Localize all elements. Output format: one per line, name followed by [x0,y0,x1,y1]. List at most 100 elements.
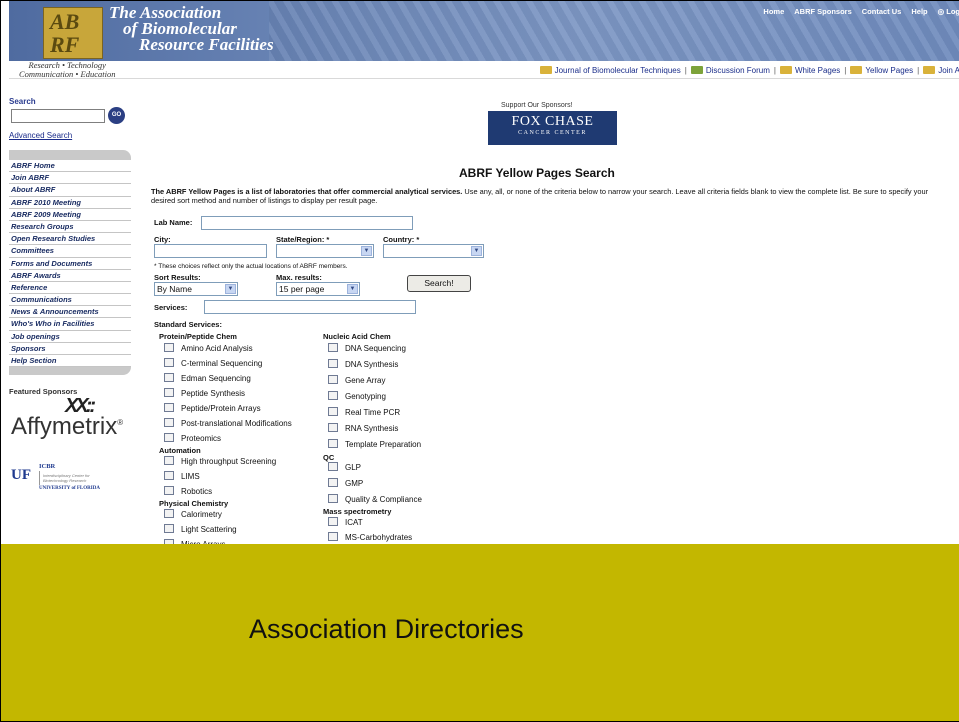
checkbox[interactable] [164,509,174,518]
service-label: High throughput Screening [181,457,277,466]
registered-mark: ® [117,418,124,427]
book-icon [779,66,792,74]
checkbox[interactable] [328,478,338,487]
service-checkbox[interactable]: RNA Synthesis [328,423,398,435]
sidebar-item-join[interactable]: Join ABRF [9,172,131,185]
sidebar-item-reference[interactable]: Reference [9,282,131,295]
service-checkbox[interactable]: Genotyping [328,391,386,403]
service-checkbox[interactable]: MS-Carbohydrates [328,532,412,544]
checkbox[interactable] [328,423,338,432]
service-checkbox[interactable]: GLP [328,462,361,474]
checkbox[interactable] [328,532,338,541]
service-checkbox[interactable]: Light Scattering [164,524,237,536]
checkbox[interactable] [164,343,174,352]
checkbox[interactable] [328,375,338,384]
sidebar-item-sponsors[interactable]: Sponsors [9,343,131,355]
service-checkbox[interactable]: Amino Acid Analysis [164,343,253,355]
sidebar-item-news[interactable]: News & Announcements [9,306,131,319]
checkbox[interactable] [328,391,338,400]
service-checkbox[interactable]: Peptide/Protein Arrays [164,403,261,415]
affymetrix-logo[interactable]: XX:: Affymetrix® [11,395,141,445]
sidebar-item-jobs[interactable]: Job openings [9,331,131,343]
checkbox[interactable] [164,456,174,465]
service-checkbox[interactable]: DNA Synthesis [328,359,398,371]
service-checkbox[interactable]: DNA Sequencing [328,343,406,355]
top-link-home[interactable]: Home [763,7,784,16]
checkbox[interactable] [164,403,174,412]
quick-link-yellow-pages[interactable]: Yellow Pages [850,66,913,75]
checkbox[interactable] [164,373,174,382]
foxchase-banner[interactable]: FOX CHASE CANCER CENTER [488,111,617,145]
service-checkbox[interactable]: GMP [328,478,363,490]
uf-icbr-logo[interactable]: UF ICBR Interdisciplinary Center for Bio… [11,463,131,493]
group-heading: QC [323,453,335,462]
state-select[interactable]: ▼ [276,244,374,258]
checkbox[interactable] [328,439,338,448]
lab-name-input[interactable] [201,216,413,230]
top-link-sponsors[interactable]: ABRF Sponsors [794,7,852,16]
service-checkbox[interactable]: Real Time PCR [328,407,400,419]
sidebar-item-help[interactable]: Help Section [9,355,131,368]
checkbox[interactable] [328,462,338,471]
search-input[interactable] [11,109,105,123]
checkbox[interactable] [328,343,338,352]
sidebar-item-open-research[interactable]: Open Research Studies [9,233,131,246]
checkbox[interactable] [164,433,174,442]
sidebar-item-2010-meeting[interactable]: ABRF 2010 Meeting [9,197,131,209]
top-link-contact[interactable]: Contact Us [862,7,902,16]
forum-icon [690,66,703,74]
sidebar-item-2009-meeting[interactable]: ABRF 2009 Meeting [9,209,131,221]
quick-link-forum[interactable]: Discussion Forum [690,66,770,75]
sidebar-item-communications[interactable]: Communications [9,294,131,307]
service-checkbox[interactable]: C-terminal Sequencing [164,358,262,370]
sort-select[interactable]: By Name ▼ [154,282,238,296]
country-label: Country: * [383,235,420,244]
advanced-search-link[interactable]: Advanced Search [9,131,131,140]
quick-link-white-pages[interactable]: White Pages [779,66,840,75]
quick-link-journal[interactable]: Journal of Biomolecular Techniques [539,66,681,75]
service-label: Genotyping [345,392,386,401]
logo-letters-top: AB [50,9,80,34]
service-checkbox[interactable]: LIMS [164,471,200,483]
checkbox[interactable] [164,358,174,367]
go-button[interactable]: GO [108,107,125,124]
checkbox[interactable] [328,407,338,416]
service-checkbox[interactable]: Proteomics [164,433,221,445]
country-select[interactable]: ▼ [383,244,484,258]
checkbox[interactable] [164,388,174,397]
top-link-help[interactable]: Help [911,7,927,16]
service-checkbox[interactable]: Peptide Synthesis [164,388,245,400]
sidebar-item-home[interactable]: ABRF Home [9,160,131,173]
service-checkbox[interactable]: High throughput Screening [164,456,276,468]
service-label: GLP [345,463,362,472]
sidebar-item-committees[interactable]: Committees [9,245,131,258]
sidebar-item-about[interactable]: About ABRF [9,184,131,197]
search-button[interactable]: Search! [407,275,471,292]
service-checkbox[interactable]: Edman Sequencing [164,373,251,385]
service-checkbox[interactable]: Post-translational Modifications [164,418,292,430]
checkbox[interactable] [164,418,174,427]
checkbox[interactable] [164,471,174,480]
sidebar-item-awards[interactable]: ABRF Awards [9,270,131,282]
service-checkbox[interactable]: Calorimetry [164,509,222,521]
checkbox[interactable] [328,494,338,503]
service-checkbox[interactable]: Robotics [164,486,212,498]
abrf-logo[interactable]: AB RF [43,7,103,59]
checkbox[interactable] [328,359,338,368]
service-checkbox[interactable]: Gene Array [328,375,385,387]
sidebar-item-forms[interactable]: Forms and Documents [9,258,131,270]
top-link-login[interactable]: ◎ Log [938,7,959,16]
service-checkbox[interactable]: Template Preparation [328,439,421,451]
checkbox[interactable] [328,517,338,526]
checkbox[interactable] [164,486,174,495]
quick-link-join[interactable]: Join A [923,66,959,75]
checkbox[interactable] [164,524,174,533]
separator: | [773,66,776,75]
service-checkbox[interactable]: Quality & Compliance [328,494,422,506]
max-results-select[interactable]: 15 per page ▼ [276,282,360,296]
city-input[interactable] [154,244,267,258]
sidebar-item-research-groups[interactable]: Research Groups [9,221,131,234]
sidebar-item-whos-who[interactable]: Who's Who in Facilities [9,318,131,331]
service-checkbox[interactable]: ICAT [328,517,363,529]
services-input[interactable] [204,300,416,314]
